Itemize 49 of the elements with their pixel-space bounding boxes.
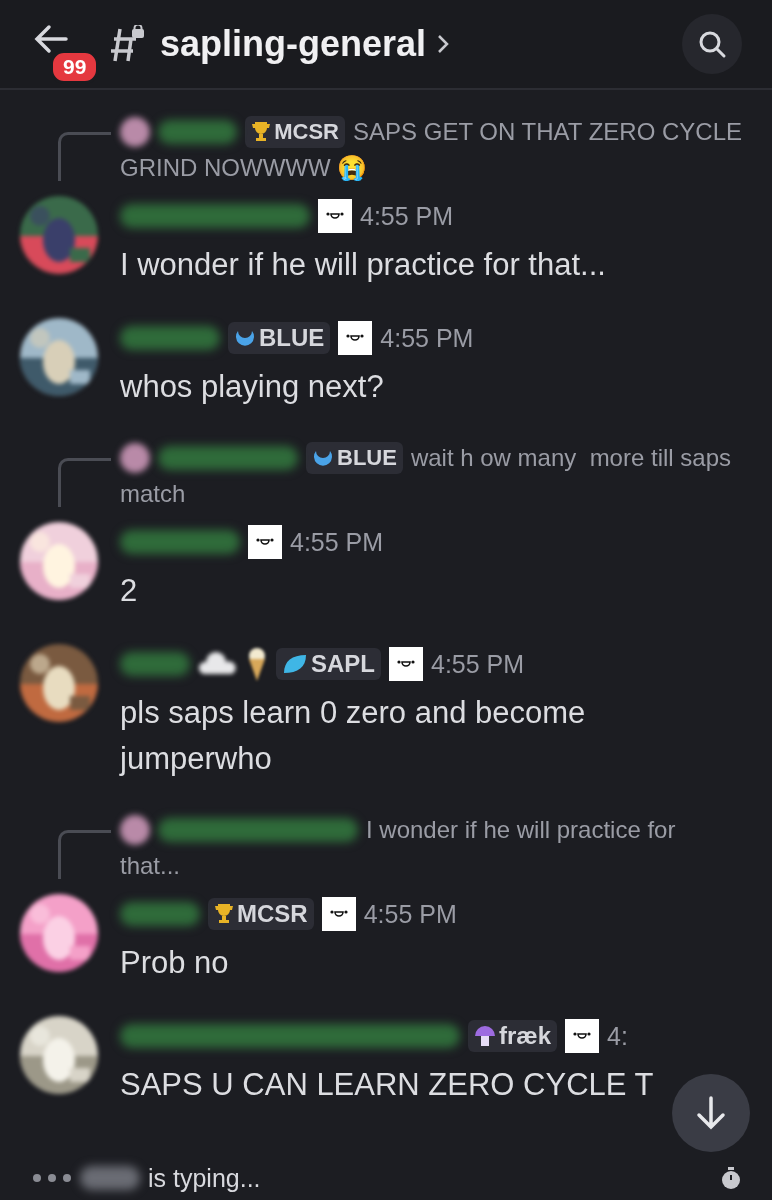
role-tag: MCSR [245, 116, 345, 148]
trophy-icon [214, 903, 234, 925]
timestamp: 4:55 PM [431, 649, 525, 679]
reply-connector-line [58, 830, 111, 879]
typing-indicator: is typing... [148, 1163, 261, 1193]
smiley-emoji-icon [248, 525, 282, 559]
role-tag: BLUE [306, 442, 403, 474]
back-arrow-icon[interactable] [34, 24, 68, 54]
reply-connector-line [58, 458, 111, 507]
replied-message-text[interactable]: wait h ow many more till saps [410, 440, 731, 476]
blurred-username [120, 652, 190, 676]
chevron-right-icon[interactable] [436, 33, 451, 55]
replied-message-text[interactable]: SAPS GET ON THAT ZERO CYCLE [353, 114, 742, 150]
trophy-icon [251, 121, 272, 143]
role-tag: SAPL [276, 648, 381, 680]
role-tag: BLUE [228, 322, 331, 354]
channel-name[interactable]: sapling-general [160, 23, 427, 65]
smiley-emoji-icon [321, 897, 356, 931]
timestamp: 4:55 PM [363, 899, 457, 929]
timestamp: 4:55 PM [360, 201, 454, 231]
smiley-emoji-icon [338, 321, 373, 355]
message-text: Prob no [120, 944, 230, 982]
replied-message-text[interactable]: that... [120, 848, 742, 884]
replied-message-text[interactable]: match [120, 476, 742, 512]
replied-message-text[interactable]: GRIND NOWWWW 😭 [120, 150, 742, 186]
message-text: whos playing next? [120, 368, 385, 406]
cloud-icon [198, 652, 238, 676]
reply-connector-line [58, 132, 111, 181]
typing-dots-icon [32, 1173, 72, 1183]
role-tag: MCSR [208, 898, 314, 930]
role-tag: fræk [468, 1020, 558, 1052]
message-text: 2 [120, 572, 139, 610]
timestamp: 4: [607, 1021, 628, 1051]
leaf-icon [282, 653, 308, 675]
message-text: I wonder if he will practice for that... [120, 246, 606, 284]
smiley-emoji-icon [318, 199, 352, 233]
search-icon [697, 29, 727, 59]
stopwatch-icon [720, 1166, 742, 1190]
blurred-username [80, 1166, 140, 1190]
ice-cream-icon [246, 646, 268, 682]
arrow-down-icon [694, 1095, 728, 1131]
message-text: pls saps learn 0 zero and become jumperwho [120, 694, 587, 778]
replied-message-text[interactable]: I wonder if he will practice for [366, 812, 676, 848]
timestamp: 4:55 PM [380, 323, 474, 353]
mushroom-icon [474, 1024, 496, 1048]
timestamp: 4:55 PM [290, 527, 384, 557]
smiley-emoji-icon [389, 647, 423, 681]
smiley-emoji-icon [565, 1019, 600, 1053]
message-text: SAPS U CAN LEARN ZERO CYCLE T [120, 1066, 654, 1104]
